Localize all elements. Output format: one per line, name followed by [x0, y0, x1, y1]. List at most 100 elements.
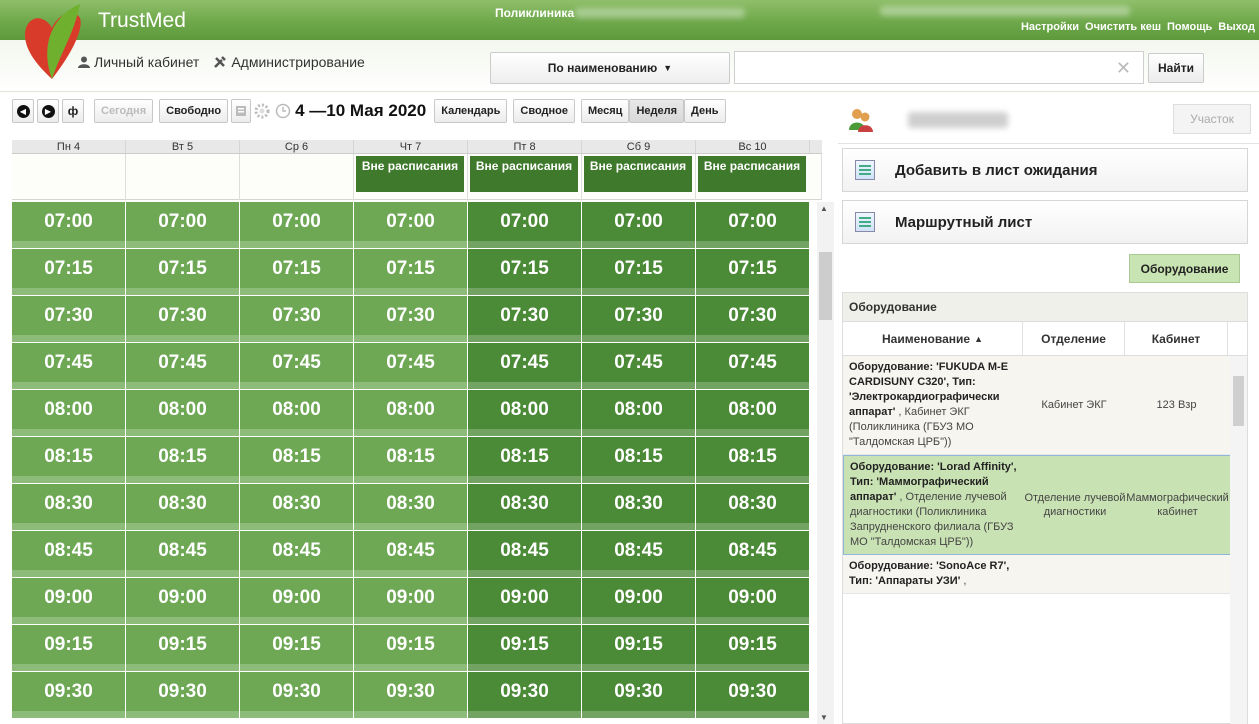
time-slot[interactable]: 08:15 — [696, 437, 810, 484]
time-slot[interactable]: 07:30 — [468, 296, 582, 343]
month-button[interactable]: Месяц — [581, 99, 630, 123]
time-slot[interactable]: 08:00 — [240, 390, 354, 437]
clear-icon[interactable]: ✕ — [1116, 58, 1131, 79]
time-slot[interactable]: 07:00 — [696, 202, 810, 249]
time-slot[interactable]: 07:45 — [354, 343, 468, 390]
time-slot[interactable]: 09:30 — [354, 672, 468, 719]
time-slot[interactable]: 07:00 — [12, 202, 126, 249]
time-slot[interactable]: 08:30 — [240, 484, 354, 531]
print-button[interactable] — [231, 99, 252, 123]
time-slot[interactable]: 07:00 — [240, 202, 354, 249]
today-button[interactable]: Сегодня — [94, 99, 154, 123]
nav-cabinet[interactable]: Личный кабинет — [78, 54, 199, 70]
time-slot[interactable]: 07:15 — [12, 249, 126, 296]
time-slot[interactable]: 08:45 — [354, 531, 468, 578]
time-slot[interactable]: 07:45 — [468, 343, 582, 390]
time-slot[interactable]: 09:00 — [126, 578, 240, 625]
calendar-scrollbar[interactable]: ▲ ▼ — [817, 202, 834, 724]
summary-button[interactable]: Сводное — [513, 99, 575, 123]
time-slot[interactable]: 07:30 — [354, 296, 468, 343]
prev-button[interactable]: ◀ — [12, 99, 34, 123]
logout-link[interactable]: Выход — [1218, 21, 1255, 33]
time-slot[interactable]: 08:00 — [126, 390, 240, 437]
time-slot[interactable]: 07:15 — [696, 249, 810, 296]
scroll-thumb[interactable] — [819, 252, 832, 320]
time-slot[interactable]: 07:30 — [582, 296, 696, 343]
time-slot[interactable]: 09:30 — [468, 672, 582, 719]
time-slot[interactable]: 09:15 — [354, 625, 468, 672]
time-slot[interactable]: 09:00 — [240, 578, 354, 625]
time-slot[interactable]: 08:00 — [582, 390, 696, 437]
time-slot[interactable]: 07:00 — [582, 202, 696, 249]
time-slot[interactable]: 09:15 — [126, 625, 240, 672]
clock-button[interactable] — [273, 99, 293, 123]
refresh-button[interactable]: ф — [62, 99, 84, 123]
time-slot[interactable]: 09:15 — [582, 625, 696, 672]
time-slot[interactable]: 07:45 — [240, 343, 354, 390]
time-slot[interactable]: 07:45 — [126, 343, 240, 390]
time-slot[interactable]: 07:15 — [240, 249, 354, 296]
time-slot[interactable]: 09:30 — [582, 672, 696, 719]
settings-link[interactable]: Настройки — [1021, 21, 1079, 33]
time-slot[interactable]: 07:15 — [126, 249, 240, 296]
equipment-button[interactable]: Оборудование — [1129, 254, 1240, 283]
next-button[interactable]: ▶ — [37, 99, 59, 123]
time-slot[interactable]: 08:45 — [696, 531, 810, 578]
time-slot[interactable]: 09:00 — [696, 578, 810, 625]
nav-admin[interactable]: Администрирование — [213, 54, 365, 70]
col-department[interactable]: Отделение — [1023, 322, 1125, 355]
scroll-down-icon[interactable]: ▼ — [820, 713, 828, 722]
time-slot[interactable]: 08:45 — [12, 531, 126, 578]
time-slot[interactable]: 08:30 — [12, 484, 126, 531]
time-slot[interactable]: 08:15 — [12, 437, 126, 484]
time-slot[interactable]: 07:30 — [240, 296, 354, 343]
off-schedule-button[interactable]: Вне расписания — [698, 156, 806, 192]
time-slot[interactable]: 08:30 — [468, 484, 582, 531]
search-input[interactable]: ✕ — [734, 51, 1144, 84]
search-mode-select[interactable]: По наименованию ▼ — [490, 52, 730, 84]
time-slot[interactable]: 08:45 — [468, 531, 582, 578]
time-slot[interactable]: 08:00 — [468, 390, 582, 437]
time-slot[interactable]: 09:30 — [126, 672, 240, 719]
time-slot[interactable]: 08:30 — [696, 484, 810, 531]
equipment-scroll-thumb[interactable] — [1233, 376, 1244, 426]
time-slot[interactable]: 07:00 — [126, 202, 240, 249]
time-slot[interactable]: 08:15 — [126, 437, 240, 484]
time-slot[interactable]: 08:15 — [354, 437, 468, 484]
time-slot[interactable]: 08:15 — [582, 437, 696, 484]
time-slot[interactable]: 09:00 — [582, 578, 696, 625]
time-slot[interactable]: 08:45 — [240, 531, 354, 578]
time-slot[interactable]: 09:00 — [468, 578, 582, 625]
time-slot[interactable]: 09:30 — [696, 672, 810, 719]
time-slot[interactable]: 07:45 — [582, 343, 696, 390]
time-slot[interactable]: 07:15 — [354, 249, 468, 296]
week-button[interactable]: Неделя — [629, 99, 685, 123]
calendar-button[interactable]: Календарь — [434, 99, 508, 123]
time-slot[interactable]: 09:00 — [354, 578, 468, 625]
time-slot[interactable]: 08:15 — [240, 437, 354, 484]
time-slot[interactable]: 09:30 — [12, 672, 126, 719]
time-slot[interactable]: 07:15 — [468, 249, 582, 296]
day-button[interactable]: День — [684, 99, 726, 123]
route-sheet-button[interactable]: Маршрутный лист — [842, 200, 1248, 244]
uchastok-button[interactable]: Участок — [1173, 104, 1251, 134]
time-slot[interactable]: 07:30 — [12, 296, 126, 343]
time-slot[interactable]: 08:15 — [468, 437, 582, 484]
off-schedule-button[interactable]: Вне расписания — [584, 156, 692, 192]
time-slot[interactable]: 08:30 — [582, 484, 696, 531]
time-slot[interactable]: 07:30 — [696, 296, 810, 343]
equipment-row[interactable]: Оборудование: 'FUKUDA M-E CARDISUNY C320… — [843, 356, 1247, 455]
time-slot[interactable]: 08:45 — [126, 531, 240, 578]
time-slot[interactable]: 07:00 — [468, 202, 582, 249]
off-schedule-button[interactable]: Вне расписания — [356, 156, 464, 192]
time-slot[interactable]: 08:00 — [696, 390, 810, 437]
time-slot[interactable]: 08:30 — [126, 484, 240, 531]
time-slot[interactable]: 09:15 — [468, 625, 582, 672]
equipment-scrollbar[interactable] — [1230, 356, 1247, 724]
find-button[interactable]: Найти — [1148, 53, 1204, 83]
time-slot[interactable]: 08:00 — [354, 390, 468, 437]
time-slot[interactable]: 07:15 — [582, 249, 696, 296]
time-slot[interactable]: 09:15 — [240, 625, 354, 672]
time-slot[interactable]: 09:30 — [240, 672, 354, 719]
equipment-row[interactable]: Оборудование: 'Lorad Affinity', Тип: 'Ма… — [843, 455, 1247, 555]
